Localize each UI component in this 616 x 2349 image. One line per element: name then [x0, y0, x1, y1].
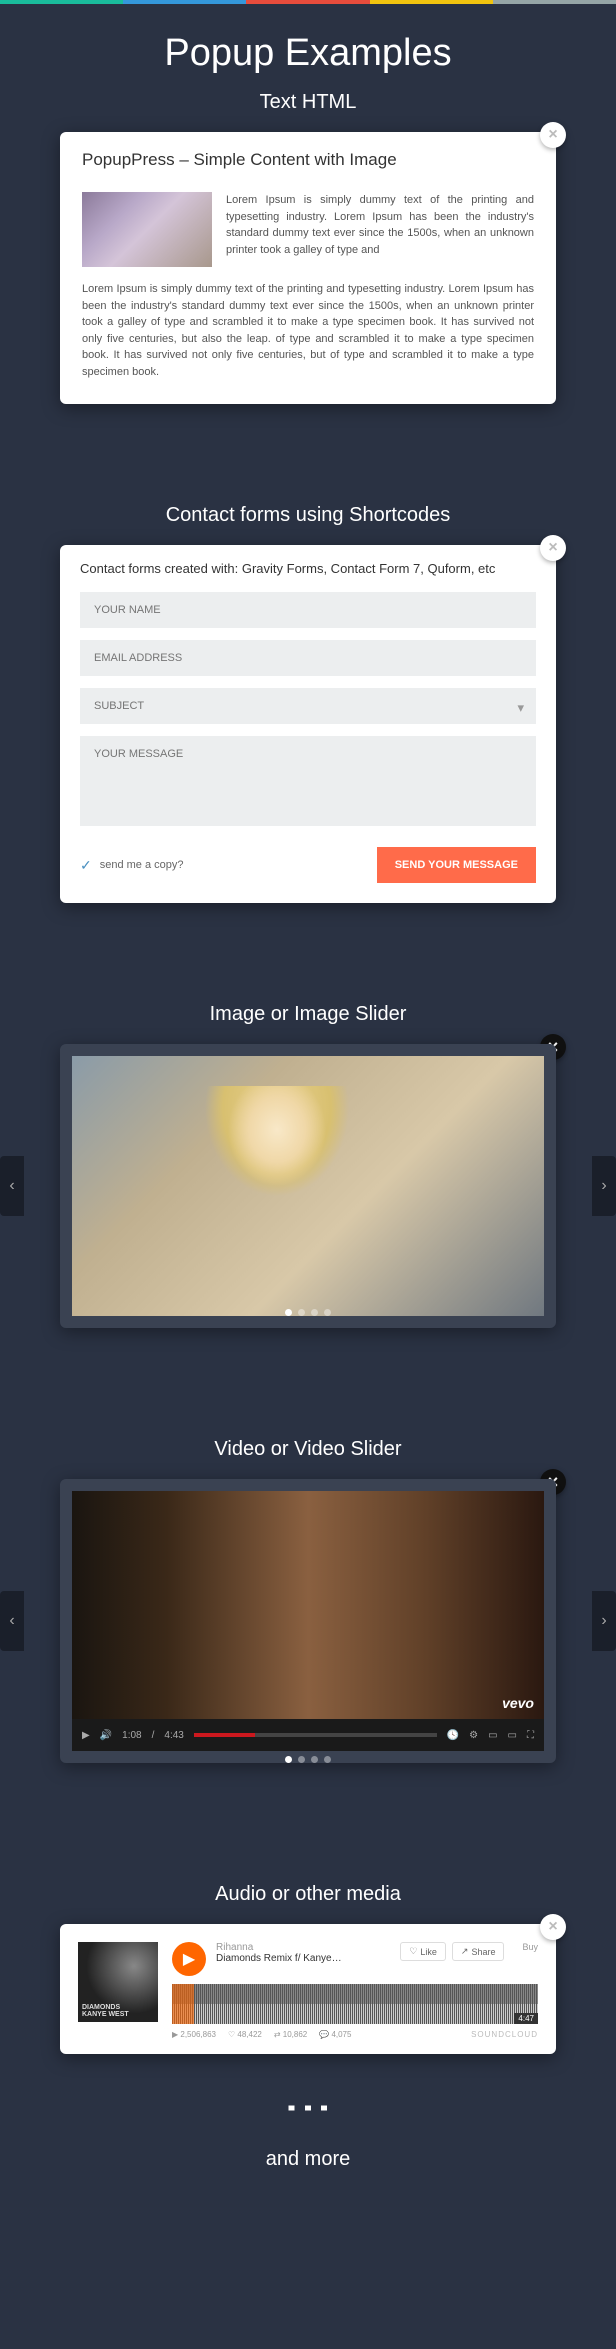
video-player[interactable]: vevo ▶ 🔊 1:08 / 4:43 🕓 ⚙ ▭ ▭ ⛶ — [72, 1491, 544, 1751]
stat-comments: 💬 4,075 — [319, 2030, 351, 2039]
play-button[interactable]: ▶ — [172, 1942, 206, 1976]
album-line1: DIAMONDS — [82, 2004, 154, 2011]
popup-text: PopupPress – Simple Content with Image L… — [60, 132, 556, 404]
dot[interactable] — [285, 1309, 292, 1316]
subject-field[interactable] — [80, 688, 536, 724]
section-title-contact: Contact forms using Shortcodes — [0, 504, 616, 527]
theater-icon[interactable]: ▭ — [508, 1730, 517, 1741]
video-controls: ▶ 🔊 1:08 / 4:43 🕓 ⚙ ▭ ▭ ⛶ — [72, 1719, 544, 1751]
send-button[interactable]: SEND YOUR MESSAGE — [377, 847, 536, 883]
close-icon[interactable]: × — [540, 535, 566, 561]
name-field[interactable] — [80, 592, 536, 628]
buy-link[interactable]: Buy — [522, 1942, 538, 1952]
form-subtitle: Contact forms created with: Gravity Form… — [60, 545, 556, 582]
stat-likes: ♡ 48,422 — [228, 2030, 262, 2039]
settings-icon[interactable]: ⚙ — [469, 1730, 478, 1741]
volume-icon[interactable]: 🔊 — [100, 1730, 112, 1741]
dot[interactable] — [324, 1309, 331, 1316]
soundcloud-brand: SOUNDCLOUD — [471, 2030, 538, 2039]
popup-title: PopupPress – Simple Content with Image — [60, 132, 556, 180]
album-art[interactable]: DIAMONDS KANYE WEST — [78, 1942, 158, 2022]
popup-video-slider: vevo ▶ 🔊 1:08 / 4:43 🕓 ⚙ ▭ ▭ ⛶ — [60, 1479, 556, 1763]
copy-label: send me a copy? — [100, 859, 184, 871]
slider-dots — [285, 1309, 331, 1316]
next-arrow-icon[interactable]: › — [592, 1591, 616, 1651]
next-arrow-icon[interactable]: › — [592, 1156, 616, 1216]
message-field[interactable] — [80, 736, 536, 826]
time-current: 1:08 — [122, 1730, 141, 1741]
email-field[interactable] — [80, 640, 536, 676]
and-more-text: and more — [0, 2148, 616, 2171]
album-line2: KANYE WEST — [82, 2011, 154, 2018]
section-title-video: Video or Video Slider — [0, 1438, 616, 1461]
share-icon: ↗ — [461, 1946, 469, 1957]
section-title-audio: Audio or other media — [0, 1883, 616, 1906]
vevo-badge: vevo — [502, 1695, 534, 1711]
accent-bar — [0, 0, 616, 4]
popup-contact: Contact forms created with: Gravity Form… — [60, 545, 556, 903]
popup-image-slider — [60, 1044, 556, 1328]
slider-dots — [285, 1756, 331, 1763]
play-icon[interactable]: ▶ — [82, 1730, 90, 1741]
intro-text: Lorem Ipsum is simply dummy text of the … — [226, 192, 534, 267]
time-total: 4:43 — [164, 1730, 183, 1741]
progress-bar[interactable] — [194, 1733, 437, 1737]
watch-later-icon[interactable]: 🕓 — [447, 1730, 459, 1741]
prev-arrow-icon[interactable]: ‹ — [0, 1156, 24, 1216]
dot[interactable] — [311, 1756, 318, 1763]
dot[interactable] — [311, 1309, 318, 1316]
check-icon: ✓ — [80, 857, 92, 874]
dot[interactable] — [298, 1309, 305, 1316]
close-icon[interactable]: × — [540, 122, 566, 148]
audio-stats: ▶ 2,506,863 ♡ 48,422 ⇄ 10,862 💬 4,075 SO… — [172, 2030, 538, 2039]
slider-image[interactable] — [72, 1056, 544, 1316]
body-text: Lorem Ipsum is simply dummy text of the … — [82, 281, 534, 380]
youtube-icon[interactable]: ▭ — [488, 1730, 497, 1741]
track-name[interactable]: Diamonds Remix f/ Kanye… — [216, 1953, 390, 1964]
waveform[interactable]: 4:47 — [172, 1984, 538, 2024]
copy-checkbox[interactable]: ✓ send me a copy? — [80, 857, 184, 874]
share-button[interactable]: ↗Share — [452, 1942, 505, 1961]
audio-card: DIAMONDS KANYE WEST ▶ Rihanna Diamonds R… — [66, 1930, 550, 2051]
dot[interactable] — [298, 1756, 305, 1763]
stat-reposts: ⇄ 10,862 — [274, 2030, 307, 2039]
content-image — [82, 192, 212, 267]
popup-audio: DIAMONDS KANYE WEST ▶ Rihanna Diamonds R… — [60, 1924, 556, 2054]
close-icon[interactable]: × — [540, 1914, 566, 1940]
prev-arrow-icon[interactable]: ‹ — [0, 1591, 24, 1651]
dot[interactable] — [324, 1756, 331, 1763]
fullscreen-icon[interactable]: ⛶ — [527, 1730, 534, 1741]
like-button[interactable]: ♡Like — [400, 1942, 446, 1961]
ellipsis-icon: ⋮ — [298, 2084, 318, 2130]
artist-name[interactable]: Rihanna — [216, 1942, 390, 1953]
duration-badge: 4:47 — [514, 2013, 538, 2024]
section-title-image: Image or Image Slider — [0, 1003, 616, 1026]
page-title: Popup Examples — [0, 32, 616, 75]
dot[interactable] — [285, 1756, 292, 1763]
section-title-text: Text HTML — [0, 91, 616, 114]
heart-icon: ♡ — [409, 1946, 417, 1957]
video-still — [72, 1491, 544, 1751]
stat-plays: ▶ 2,506,863 — [172, 2030, 216, 2039]
